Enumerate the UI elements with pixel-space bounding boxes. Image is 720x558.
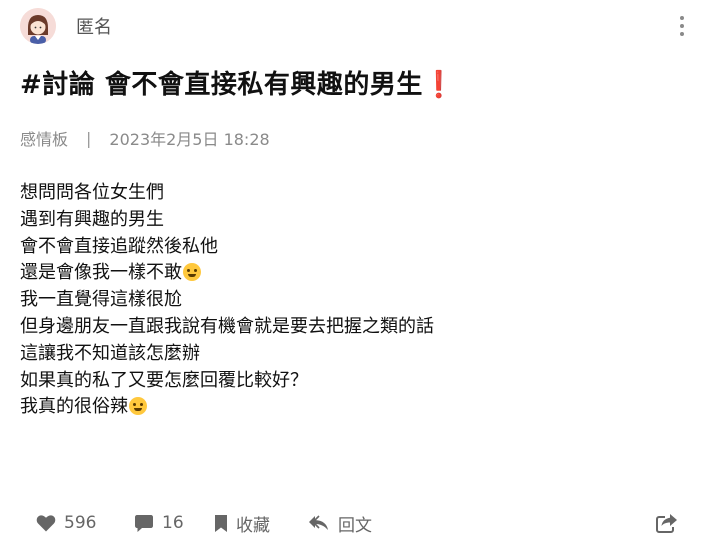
content-line: 還是會像我一樣不敢 [20,260,434,287]
post-content: 想問問各位女生們 遇到有興趣的男生 會不會直接追蹤然後私他 還是會像我一樣不敢 … [20,180,434,421]
comment-icon [135,514,153,532]
save-button[interactable]: 收藏 [214,511,270,536]
like-count: 596 [64,513,97,533]
meta-divider: | [86,128,92,148]
content-line: 想問問各位女生們 [20,182,164,203]
teary-smile-emoji [183,263,201,282]
exclamation-emoji: ❗ [422,70,456,100]
content-line-text: 還是會像我一樣不敢 [20,262,182,284]
post-action-bar: 596 16 收藏 回文 [36,508,678,538]
comment-button[interactable]: 16 [134,513,184,533]
girl-avatar-icon[interactable] [20,8,56,44]
post-meta: 感情板 | 2023年2月5日 18:28 [20,126,270,150]
heart-icon [36,515,56,532]
post-title: #討論 會不會直接私有興趣的男生❗ [20,64,456,101]
content-line: 遇到有興趣的男生 [20,208,164,230]
content-line: 這讓我不知道該怎麼辦 [20,342,200,364]
tired-face-emoji [129,397,147,416]
content-line: 但身邊朋友一直跟我說有機會就是要去把握之類的話 [20,315,434,337]
reply-icon [309,515,328,530]
content-line-text: 我真的很俗辣 [20,396,128,418]
post-header: 匿名 [20,6,700,46]
content-line: 如果真的私了又要怎麼回覆比較好？ [20,369,308,391]
like-button[interactable]: 596 [36,513,96,533]
author-name[interactable]: 匿名 [76,13,112,39]
comment-count: 16 [162,513,184,533]
post-title-text: #討論 會不會直接私有興趣的男生 [20,70,423,100]
bookmark-icon [215,514,227,532]
reply-button[interactable]: 回文 [308,511,372,536]
content-line: 會不會直接追蹤然後私他 [20,235,218,257]
board-link[interactable]: 感情板 [20,126,68,150]
share-icon [656,514,677,533]
reply-label: 回文 [338,515,372,536]
more-vertical-icon[interactable] [678,16,686,36]
share-button[interactable] [656,513,678,533]
save-label: 收藏 [236,515,270,536]
post-date: 2023年2月5日 18:28 [109,130,270,149]
content-line: 我真的很俗辣 [20,394,434,421]
content-line: 我一直覺得這樣很尬 [20,289,182,311]
